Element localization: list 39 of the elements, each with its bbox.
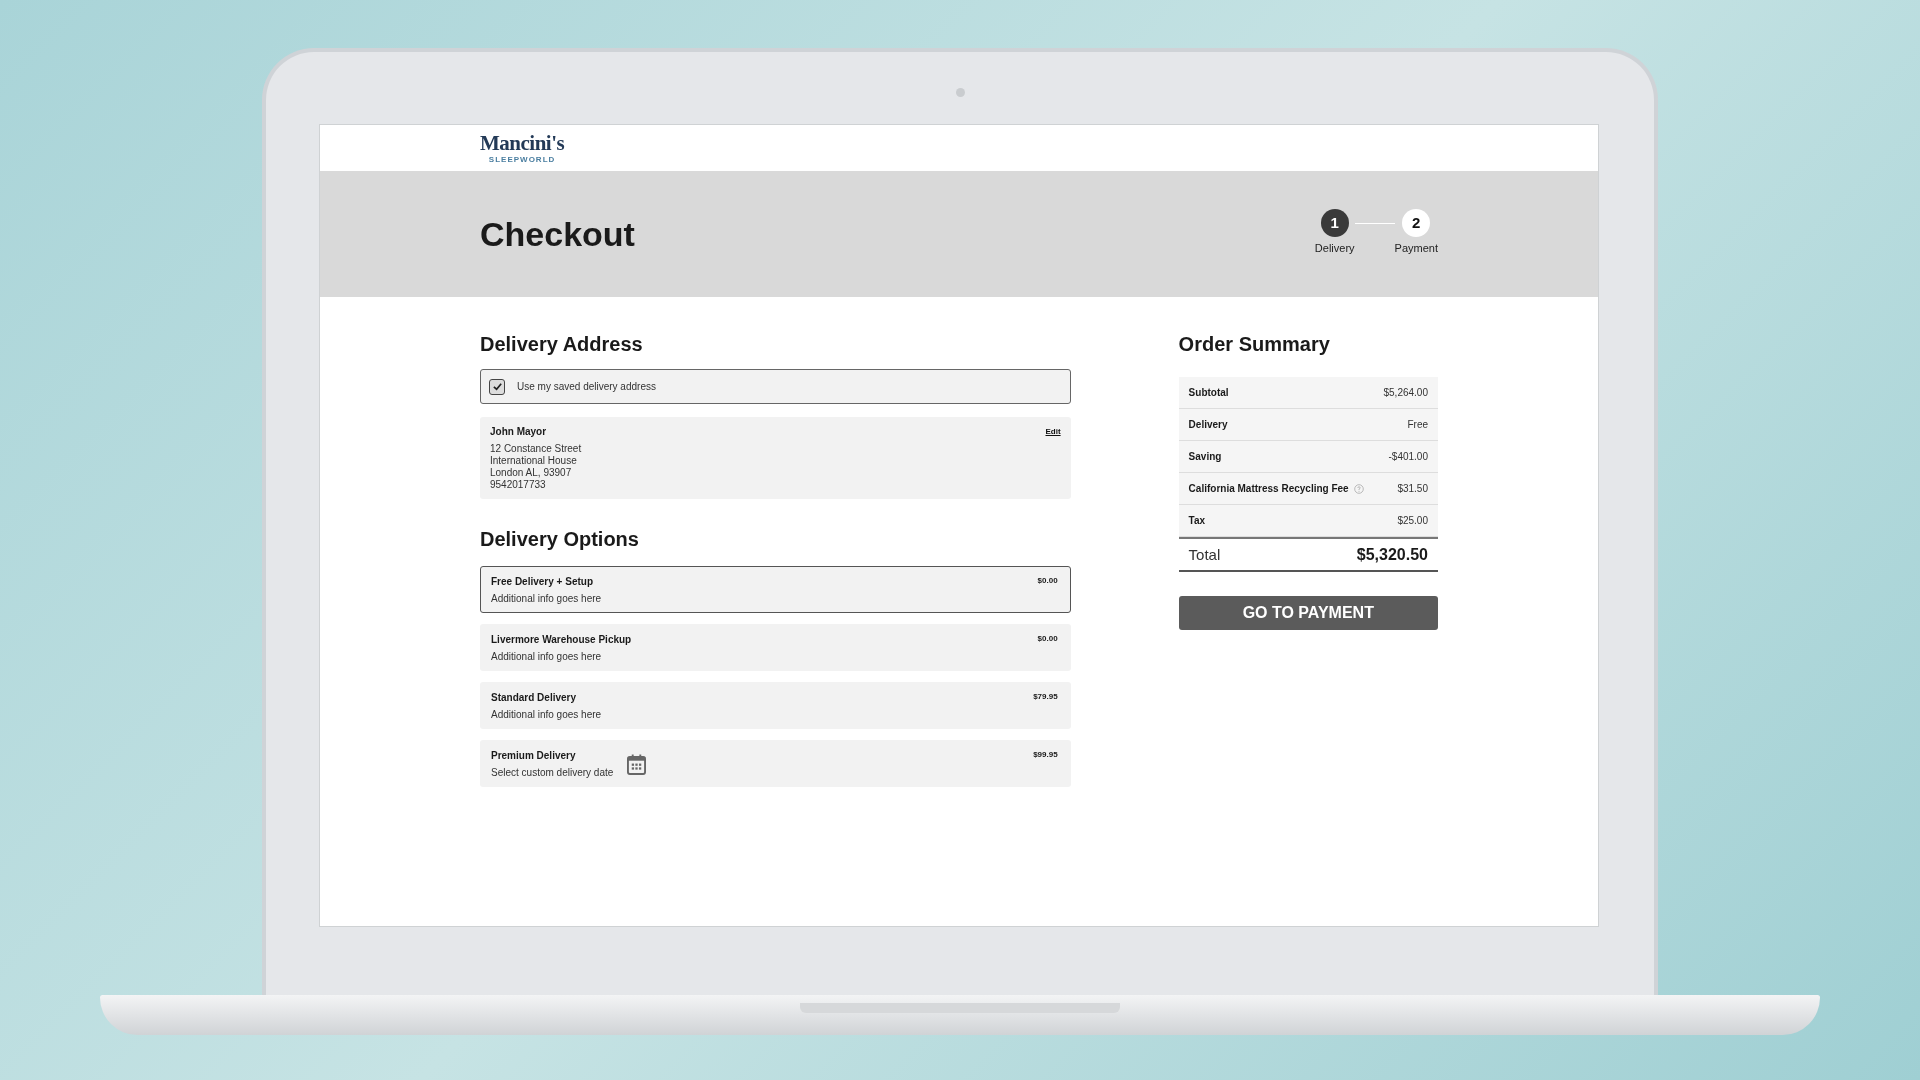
step-connector [1354, 222, 1395, 224]
step-number: 2 [1402, 208, 1431, 237]
address-line: 12 Constance Street [490, 443, 583, 455]
summary-value: $5,264.00 [1383, 387, 1428, 398]
address-line: International House [490, 455, 578, 467]
camera-icon [956, 88, 965, 97]
checkbox[interactable] [489, 378, 505, 395]
summary-label: Subtotal [1188, 387, 1229, 398]
summary-value: -$401.00 [1388, 451, 1428, 462]
summary-value: $31.50 [1397, 483, 1428, 494]
total-label: Total [1188, 546, 1221, 563]
summary-label: Delivery [1188, 419, 1228, 430]
edit-link[interactable]: Edit [1045, 427, 1061, 436]
summary-label: Tax [1188, 515, 1206, 526]
step-label: Delivery [1314, 241, 1355, 254]
brand-logo[interactable]: Mancini's [480, 132, 565, 154]
page-title: Checkout [480, 214, 635, 254]
summary-label: California Mattress Recycling Fee [1188, 483, 1349, 494]
brand-tagline: SLEEPWORLD [488, 154, 556, 164]
go-to-payment-button[interactable]: GO TO PAYMENT [1178, 596, 1438, 630]
address-name: John Mayor [490, 426, 547, 437]
step-number: 1 [1320, 208, 1349, 237]
delivery-option[interactable]: Livermore Warehouse Pickup Additional info goes here $0.00 [480, 624, 1071, 671]
step-label: Payment [1394, 241, 1438, 254]
calendar-icon[interactable] [627, 754, 647, 775]
summary-value: $25.00 [1397, 515, 1428, 526]
check-icon [491, 381, 503, 392]
section-heading: Delivery Address [480, 333, 644, 356]
section-heading: Delivery Options [480, 528, 640, 551]
delivery-option[interactable]: Standard Delivery Additional info goes here $79.95 [480, 682, 1071, 729]
saved-address-option[interactable]: Use my saved delivery address [480, 369, 1071, 404]
summary-value: Free [1407, 419, 1428, 430]
delivery-option[interactable]: Free Delivery + Setup Additional info goes here $0.00 [480, 566, 1071, 613]
address-line: London AL, 93907 [490, 467, 573, 479]
total-value: $5,320.50 [1356, 545, 1428, 564]
section-heading: Order Summary [1178, 333, 1331, 356]
summary-label: Saving [1188, 451, 1222, 462]
address-line: 9542017733 [490, 479, 547, 491]
delivery-option[interactable]: Premium Delivery Select custom delivery date $99.95 [480, 740, 1071, 787]
